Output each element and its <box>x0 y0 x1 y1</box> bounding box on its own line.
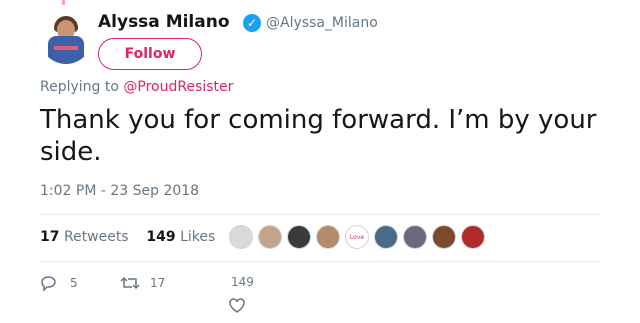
reply-icon <box>40 275 58 291</box>
follow-button[interactable]: Follow <box>98 38 202 70</box>
liker-avatar[interactable] <box>461 225 485 249</box>
retweets-stat[interactable]: 17 Retweets <box>40 229 129 245</box>
liker-avatar[interactable] <box>258 225 282 249</box>
avatar-pin-decoration <box>62 0 65 5</box>
liker-avatar[interactable] <box>229 225 253 249</box>
divider <box>40 261 600 262</box>
liker-avatar[interactable] <box>374 225 398 249</box>
tweet-timestamp[interactable]: 1:02 PM - 23 Sep 2018 <box>40 183 199 199</box>
retweet-count: 17 <box>150 276 166 290</box>
verified-badge-icon: ✓ <box>243 14 261 32</box>
replying-to-line: Replying to @ProudResister <box>40 79 233 95</box>
user-handle[interactable]: @Alyssa_Milano <box>266 15 378 31</box>
reply-action[interactable]: 5 <box>40 275 78 291</box>
replying-to-prefix: Replying to <box>40 79 119 95</box>
likes-stat[interactable]: 149 Likes <box>146 229 215 245</box>
divider <box>40 214 600 215</box>
liker-avatar[interactable] <box>403 225 427 249</box>
retweet-action[interactable]: 17 <box>120 275 165 291</box>
likers-avatar-list: Love <box>229 225 490 249</box>
liker-avatar[interactable] <box>316 225 340 249</box>
liker-avatar[interactable] <box>432 225 456 249</box>
engagement-stats: 17 Retweets 149 Likes <box>40 229 215 245</box>
liker-avatar[interactable]: Love <box>345 225 369 249</box>
reply-mention-link[interactable]: @ProudResister <box>123 79 233 95</box>
liker-avatar[interactable] <box>287 225 311 249</box>
avatar[interactable] <box>40 12 92 64</box>
like-count-label: 149 <box>231 275 254 289</box>
user-display-name[interactable]: Alyssa Milano <box>98 12 230 32</box>
heart-icon[interactable] <box>229 298 245 317</box>
retweet-icon <box>120 275 140 291</box>
tweet-text: Thank you for coming forward. I’m by you… <box>40 105 597 167</box>
reply-count: 5 <box>70 276 78 290</box>
